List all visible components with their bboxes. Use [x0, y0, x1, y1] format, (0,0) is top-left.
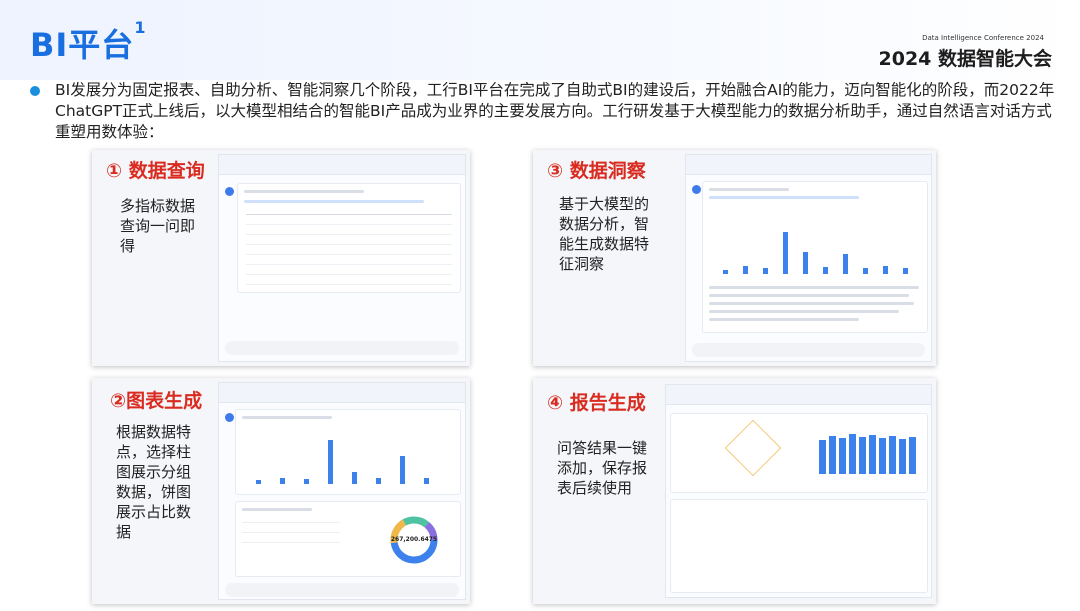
panel-heading: ① 数据查询	[106, 160, 205, 182]
screenshot-report-generation	[665, 384, 932, 598]
screenshot-chart-generation: 267,200.6475	[218, 382, 466, 600]
page-title: BI平台1	[30, 18, 147, 64]
panel-heading: ②图表生成	[110, 390, 203, 412]
mock-input-bar	[225, 583, 459, 597]
panel-description: 问答结果一键添加，保存报表后续使用	[557, 439, 648, 497]
panel-description: 根据数据特点，选择柱图展示分组数据，饼图展示占比数据	[116, 423, 192, 541]
panel-heading: ④ 报告生成	[547, 392, 646, 414]
intro-text: BI发展分为固定报表、自助分析、智能洞察几个阶段，工行BI平台在完成了自助式BI…	[55, 81, 1055, 141]
screenshot-data-query	[218, 154, 466, 362]
conference-name: 2024 数据智能大会	[878, 48, 1053, 70]
mock-input-bar	[225, 341, 459, 355]
panel-description: 多指标数据查询一问即得	[120, 197, 196, 255]
screenshot-data-insight	[685, 154, 932, 362]
donut-center-value: 267,200.6475	[390, 536, 438, 543]
panel-data-insight: ③ 数据洞察 基于大模型的数据分析，智能生成数据特征洞察	[533, 150, 936, 366]
conference-subtitle: Data Intelligence Conference 2024	[922, 34, 1044, 42]
intro-bullet: BI发展分为固定报表、自助分析、智能洞察几个阶段，工行BI平台在完成了自助式BI…	[30, 80, 1060, 143]
panel-data-query: ① 数据查询 多指标数据查询一问即得	[92, 150, 470, 366]
panel-report-generation: ④ 报告生成 问答结果一键添加，保存报表后续使用	[533, 378, 936, 604]
panel-heading: ③ 数据洞察	[547, 160, 646, 182]
bullet-dot-icon	[30, 86, 40, 96]
mock-input-bar	[692, 343, 925, 357]
panel-chart-generation: ②图表生成 根据数据特点，选择柱图展示分组数据，饼图展示占比数据 267,200…	[92, 378, 470, 604]
panel-description: 基于大模型的数据分析，智能生成数据特征洞察	[559, 195, 650, 273]
